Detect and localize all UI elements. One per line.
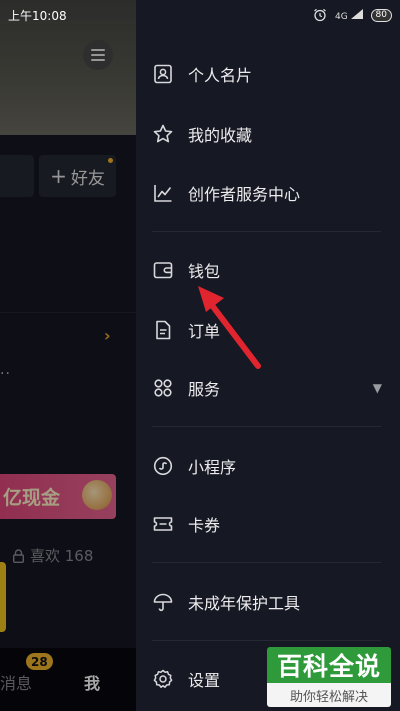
menu-item-label: 卡券: [188, 516, 221, 535]
caret-down-icon: ▼: [372, 381, 382, 395]
menu-item-label: 我的收藏: [188, 126, 253, 145]
network-type: 4G: [334, 11, 348, 22]
menu-item-mini-programs[interactable]: 小程序: [136, 444, 400, 488]
gear-icon: [152, 668, 174, 690]
line-chart-icon: [152, 182, 174, 204]
menu-item-coupons[interactable]: 卡券: [136, 502, 400, 546]
divider: [152, 640, 381, 641]
watermark-title: 百科全说: [267, 647, 391, 683]
mini-program-icon: [152, 455, 174, 477]
star-icon: [152, 123, 174, 145]
menu-item-label: 钱包: [188, 262, 221, 281]
menu-item-label: 个人名片: [188, 66, 253, 85]
menu-item-label: 服务: [188, 380, 221, 399]
signal-bars-icon: [350, 8, 363, 19]
menu-item-label: 设置: [188, 671, 221, 690]
menu-item-label: 创作者服务中心: [188, 185, 301, 204]
wallet-icon: [152, 259, 174, 281]
menu-item-label: 未成年保护工具: [188, 594, 301, 613]
document-icon: [152, 319, 174, 341]
id-card-icon: [152, 63, 174, 85]
watermark-logo: 百科全说 助你轻松解决: [267, 647, 391, 707]
menu-item-label: 小程序: [188, 458, 237, 477]
menu-item-favorites[interactable]: 我的收藏: [136, 112, 400, 156]
profile-page-background: + 好友 › ·· 亿现金 喜欢 168 28 消息 我: [0, 0, 136, 711]
status-time: 上午10:08: [8, 8, 67, 23]
divider: [152, 231, 381, 232]
menu-item-wallet[interactable]: 钱包: [136, 248, 400, 292]
battery-icon: 80: [370, 8, 392, 22]
menu-item-orders[interactable]: 订单: [136, 308, 400, 352]
menu-item-creator-center[interactable]: 创作者服务中心: [136, 171, 400, 215]
watermark-subtitle: 助你轻松解决: [267, 683, 391, 707]
status-bar: 上午10:08 4G 80: [0, 0, 400, 30]
signal-icon: 4G: [334, 8, 363, 22]
menu-item-business-card[interactable]: 个人名片: [136, 52, 400, 96]
menu-item-services[interactable]: 服务 ▼: [136, 366, 400, 410]
ticket-icon: [152, 513, 174, 535]
menu-item-minor-protection[interactable]: 未成年保护工具: [136, 580, 400, 624]
menu-item-label: 订单: [188, 322, 221, 341]
umbrella-icon: [152, 591, 174, 613]
alarm-clock-icon: [314, 8, 326, 22]
divider: [152, 562, 381, 563]
grid-icon: [152, 377, 174, 399]
side-drawer: 个人名片 我的收藏 创作者服务中心 钱包 订单 服务 ▼ 小程序 卡券 未成年保…: [136, 0, 400, 711]
divider: [152, 426, 381, 427]
drawer-scrim[interactable]: [0, 0, 136, 711]
